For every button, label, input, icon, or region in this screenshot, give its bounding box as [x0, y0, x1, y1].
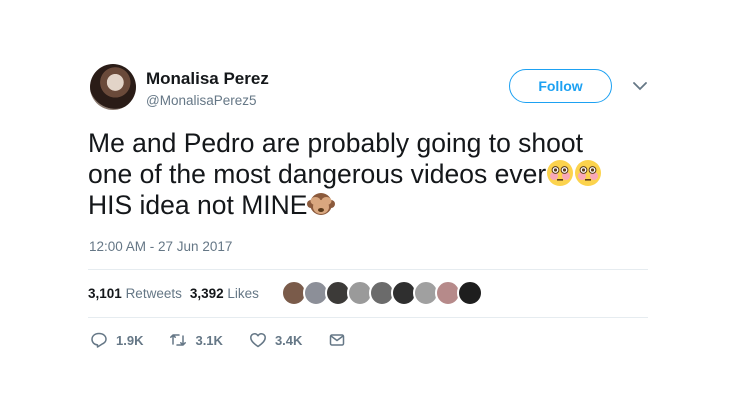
see-no-evil-monkey-emoji-icon: [307, 193, 336, 215]
follow-button[interactable]: Follow: [509, 69, 612, 103]
tweet-timestamp[interactable]: 12:00 AM - 27 Jun 2017: [89, 239, 232, 254]
like-button[interactable]: 3.4K: [249, 331, 302, 349]
retweet-button[interactable]: 3.1K: [169, 331, 223, 349]
reply-button[interactable]: 1.9K: [90, 331, 143, 349]
retweet-count: 3.1K: [195, 332, 223, 348]
likes-count: 3,392: [189, 286, 224, 301]
liker-avatars: [281, 280, 483, 306]
engagement-stats: 3,101 Retweets 3,392 Likes: [88, 286, 259, 301]
envelope-icon: [330, 334, 345, 346]
tweet-line-3: HIS idea not MINE: [88, 190, 308, 220]
reply-icon: [91, 332, 107, 348]
liker-avatar[interactable]: [457, 280, 483, 306]
heart-icon: [249, 332, 266, 348]
tweet-text: Me and Pedro are probably going to shoot…: [88, 128, 648, 221]
display-name[interactable]: Monalisa Perez: [146, 69, 269, 89]
reply-count: 1.9K: [116, 332, 144, 348]
chevron-down-icon[interactable]: [632, 80, 648, 92]
retweet-icon: [170, 334, 187, 346]
like-count: 3.4K: [274, 332, 303, 348]
retweets-stat[interactable]: 3,101 Retweets: [88, 286, 182, 301]
flushed-face-emoji-icon: [575, 160, 602, 186]
flushed-face-emoji-icon: [547, 160, 574, 186]
divider: [88, 269, 648, 270]
tweet-line-1: Me and Pedro are probably going to shoot: [88, 128, 583, 158]
direct-message-button[interactable]: [328, 331, 346, 349]
tweet-actions: 1.9K 3.1K 3.4K: [90, 331, 372, 349]
likes-label: Likes: [227, 286, 259, 301]
retweets-count: 3,101: [88, 286, 122, 301]
avatar[interactable]: [90, 64, 136, 110]
retweets-label: Retweets: [125, 286, 182, 301]
tweet-line-2: one of the most dangerous videos ever: [88, 159, 547, 189]
divider: [88, 317, 648, 318]
user-handle[interactable]: @MonalisaPerez5: [146, 93, 257, 108]
likes-stat[interactable]: 3,392 Likes: [190, 286, 259, 301]
